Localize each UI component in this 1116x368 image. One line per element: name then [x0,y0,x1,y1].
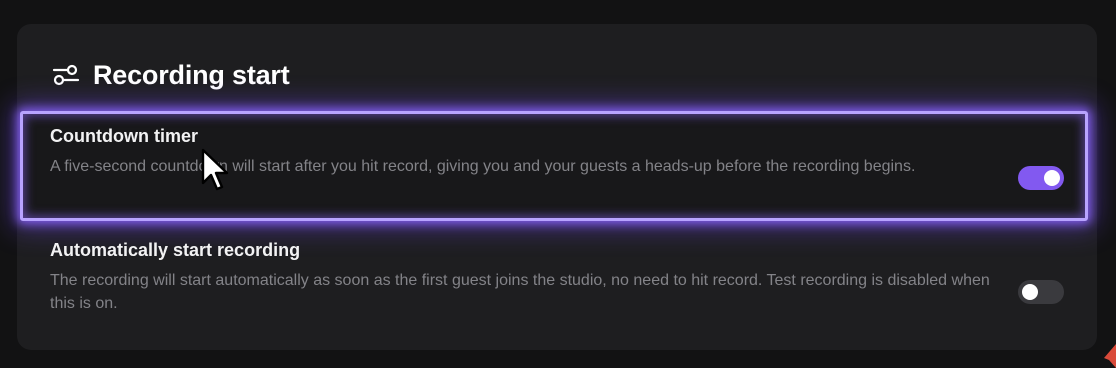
countdown-timer-toggle[interactable] [1018,166,1064,190]
corner-decoration-icon [1104,344,1116,368]
sliders-icon [52,63,80,87]
auto-start-recording-toggle[interactable] [1018,280,1064,304]
section-header: Recording start [52,56,290,94]
toggle-knob [1022,284,1038,300]
toggle-knob [1044,170,1060,186]
section-title: Recording start [93,59,290,90]
setting-auto-start-recording: Automatically start recording The record… [50,239,1064,315]
setting-label: Automatically start recording [50,240,301,260]
setting-description: A five-second countdown will start after… [50,158,916,175]
setting-countdown-timer: Countdown timer A five-second countdown … [50,125,1064,178]
setting-label: Countdown timer [50,126,198,146]
setting-description: The recording will start automatically a… [50,272,990,312]
